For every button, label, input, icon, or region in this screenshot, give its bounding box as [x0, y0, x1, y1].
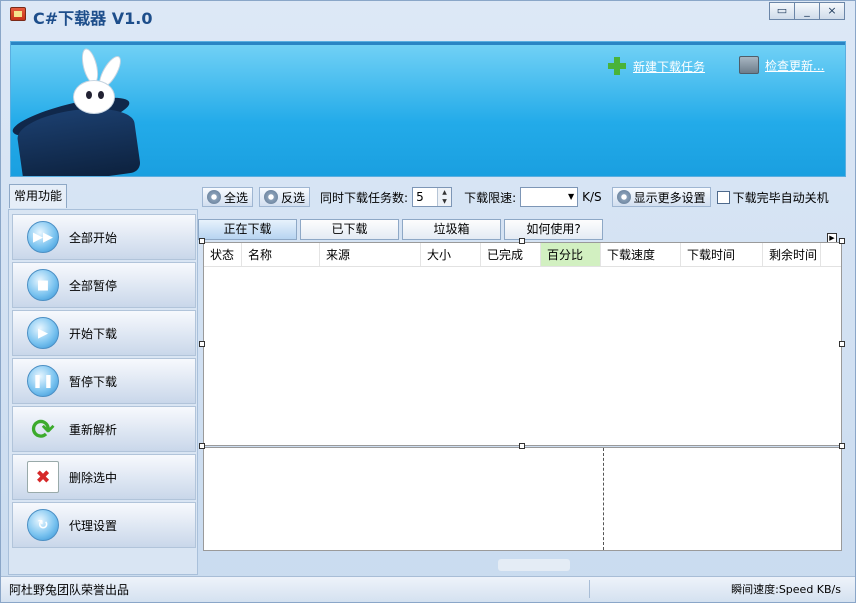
app-icon: [10, 7, 26, 21]
speed-limit-select[interactable]: [520, 187, 579, 207]
start-all-button[interactable]: ▶▶ 全部开始: [12, 214, 196, 260]
start-download-button[interactable]: ▶ 开始下载: [12, 310, 196, 356]
invert-selection-label: 反选: [281, 190, 306, 205]
reparse-button[interactable]: ⟳ 重新解析: [12, 406, 196, 452]
minimize-button[interactable]: _: [794, 2, 820, 20]
download-table[interactable]: 状态 名称 来源 大小 已完成 百分比 下载速度 下载时间 剩余时间: [203, 242, 842, 446]
speed-unit-label: K/S: [582, 190, 602, 204]
proxy-icon: ↻: [27, 509, 59, 541]
sidebar: ▶▶ 全部开始 ■ 全部暂停 ▶ 开始下载 ❚❚ 暂停下载 ⟳ 重新解析 ✖ 删…: [8, 209, 198, 575]
resize-handle[interactable]: [199, 443, 205, 449]
refresh-icon: ⟳: [31, 412, 55, 446]
col-status[interactable]: 状态: [204, 243, 242, 266]
detail-panel: [203, 447, 842, 551]
delete-icon: ✖: [27, 461, 59, 493]
plus-icon: [607, 56, 627, 76]
gear-icon: [264, 190, 279, 204]
pause-download-label: 暂停下载: [69, 374, 118, 389]
reparse-label: 重新解析: [69, 422, 118, 437]
resize-handle[interactable]: [199, 341, 205, 347]
col-percent[interactable]: 百分比: [541, 243, 601, 266]
stop-icon: ■: [27, 269, 59, 301]
more-settings-button[interactable]: 显示更多设置: [611, 187, 711, 207]
main-window: C#下载器 V1.0 ▭ _ × 新建下载任务 检查更新... 常用功能 ▶▶ …: [0, 0, 856, 603]
tab-downloaded[interactable]: 已下载: [300, 219, 399, 240]
restore-button[interactable]: ▭: [769, 2, 795, 20]
concurrent-tasks-label: 同时下载任务数:: [320, 190, 409, 205]
gear-icon: [207, 190, 221, 204]
resize-handle[interactable]: [839, 341, 845, 347]
pause-download-button[interactable]: ❚❚ 暂停下载: [12, 358, 196, 404]
tab-trash[interactable]: 垃圾箱: [402, 219, 501, 240]
col-download-time[interactable]: 下载时间: [681, 243, 763, 266]
resize-handle[interactable]: [519, 238, 525, 244]
proxy-settings-label: 代理设置: [69, 518, 118, 533]
play-icon: ▶: [27, 317, 59, 349]
speed-limit-label: 下载限速:: [464, 190, 517, 205]
settings-icon: [616, 190, 631, 204]
tab-downloading[interactable]: 正在下载: [198, 219, 297, 240]
invert-selection-button[interactable]: 反选: [259, 187, 311, 207]
header-banner: 新建下载任务 检查更新...: [10, 41, 846, 177]
auto-shutdown-label: 下载完毕自动关机: [732, 190, 829, 205]
fast-forward-icon: ▶▶: [27, 221, 59, 253]
col-size[interactable]: 大小: [421, 243, 481, 266]
panel-splitter[interactable]: [603, 448, 604, 550]
col-name[interactable]: 名称: [242, 243, 320, 266]
start-download-label: 开始下载: [69, 326, 118, 341]
resize-handle[interactable]: [199, 238, 205, 244]
concurrent-tasks-value: 5: [416, 190, 424, 204]
window-title: C#下载器 V1.0: [33, 9, 153, 28]
credits-text: 阿杜野兔团队荣誉出品: [9, 583, 130, 597]
new-task-label: 新建下载任务: [633, 59, 706, 74]
resize-handle[interactable]: [519, 443, 525, 449]
stepper-arrows-icon[interactable]: ▲ ▼: [437, 188, 452, 206]
select-all-label: 全选: [224, 190, 249, 205]
concurrent-tasks-stepper[interactable]: 5 ▲ ▼: [412, 187, 453, 207]
delete-selected-button[interactable]: ✖ 删除选中: [12, 454, 196, 500]
col-remaining-time[interactable]: 剩余时间: [763, 243, 821, 266]
title-bar: C#下载器 V1.0 ▭ _ ×: [1, 1, 855, 29]
resize-handle[interactable]: [839, 238, 845, 244]
tab-how-to-use[interactable]: 如何使用?: [504, 219, 603, 240]
new-task-link[interactable]: 新建下载任务: [607, 56, 705, 76]
more-settings-label: 显示更多设置: [633, 190, 706, 205]
check-update-link[interactable]: 检查更新...: [739, 56, 824, 74]
window-controls: ▭ _ ×: [769, 2, 845, 20]
pause-icon: ❚❚: [27, 365, 59, 397]
close-button[interactable]: ×: [819, 2, 845, 20]
delete-selected-label: 删除选中: [69, 470, 118, 485]
update-icon: [739, 56, 759, 74]
auto-shutdown-checkbox[interactable]: [716, 190, 730, 204]
select-all-button[interactable]: 全选: [202, 187, 254, 207]
download-tabs: 正在下载 已下载 垃圾箱 如何使用?: [198, 219, 606, 240]
status-divider: [589, 580, 590, 598]
start-all-label: 全部开始: [69, 230, 118, 245]
col-source[interactable]: 来源: [320, 243, 421, 266]
status-bar: 阿杜野兔团队荣誉出品 瞬间速度:Speed KB/s: [1, 576, 855, 602]
horizontal-scrollbar[interactable]: [498, 559, 570, 571]
col-completed[interactable]: 已完成: [481, 243, 541, 266]
proxy-settings-button[interactable]: ↻ 代理设置: [12, 502, 196, 548]
table-header: 状态 名称 来源 大小 已完成 百分比 下载速度 下载时间 剩余时间: [204, 243, 841, 267]
bunny-logo-icon: [63, 46, 126, 114]
pause-all-label: 全部暂停: [69, 278, 118, 293]
check-update-label: 检查更新...: [765, 58, 825, 73]
toolbar: 全选 反选 同时下载任务数: 5 ▲▼ 下载限速: K/S 显示更多设置 下载完…: [202, 186, 842, 208]
pause-all-button[interactable]: ■ 全部暂停: [12, 262, 196, 308]
instant-speed-text: 瞬间速度:Speed KB/s: [731, 583, 841, 596]
resize-handle[interactable]: [839, 443, 845, 449]
tab-common-functions[interactable]: 常用功能: [9, 184, 67, 208]
col-speed[interactable]: 下载速度: [601, 243, 681, 266]
